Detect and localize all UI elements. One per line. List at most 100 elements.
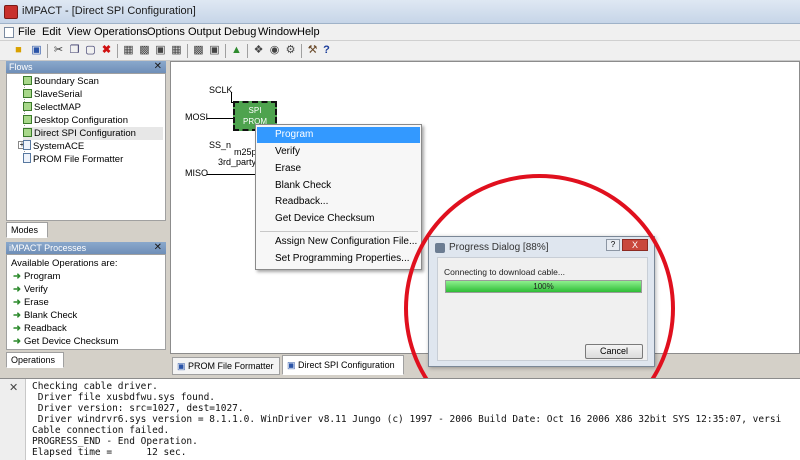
- console-panel: ✕ Checking cable driver. Driver file xus…: [0, 378, 800, 460]
- cut-icon[interactable]: ✂: [52, 44, 65, 57]
- flow-item-systemace[interactable]: SystemACE: [23, 140, 84, 153]
- menu-view[interactable]: View: [67, 26, 91, 38]
- flow-item-prom-file-formatter[interactable]: PROM File Formatter: [23, 153, 123, 166]
- processes-panel-header: iMPACT Processes ✕: [6, 242, 166, 254]
- blank-check-icon[interactable]: ▦: [170, 44, 183, 57]
- tools-icon[interactable]: ⚒: [306, 44, 319, 57]
- signal-sclk: SCLK: [209, 85, 233, 95]
- chain-icon: [23, 76, 32, 85]
- close-icon[interactable]: ✕: [9, 381, 18, 394]
- menu-options[interactable]: Options: [147, 26, 185, 38]
- process-label: Erase: [23, 297, 49, 308]
- toolbar-separator: [187, 44, 188, 58]
- processes-intro: Available Operations are:: [11, 258, 118, 269]
- program-icon[interactable]: ▣: [154, 44, 167, 57]
- context-menu: Program Verify Erase Blank Check Readbac…: [255, 124, 422, 270]
- tab-operations[interactable]: Operations: [6, 352, 64, 368]
- flows-tree: + Boundary Scan SlaveSerial SelectMAP De…: [6, 73, 166, 221]
- process-program[interactable]: ➜ Program: [13, 271, 60, 282]
- flow-item-label: SystemACE: [33, 141, 85, 152]
- chain-icon: [23, 89, 32, 98]
- window-title: iMPACT - [Direct SPI Configuration]: [22, 5, 196, 17]
- menu-item-set-programming-properties[interactable]: Set Programming Properties...: [257, 251, 420, 267]
- flow-item-label: Desktop Configuration: [34, 115, 128, 126]
- toolbar-separator: [117, 44, 118, 58]
- verify-icon[interactable]: ▩: [192, 44, 205, 57]
- toolbar-separator: [301, 44, 302, 58]
- close-icon[interactable]: ✕: [154, 61, 162, 73]
- toolbar-separator: [247, 44, 248, 58]
- console-line: PROGRESS_END - End Operation.: [32, 436, 198, 447]
- cable-setup-icon[interactable]: ❖: [252, 44, 265, 57]
- open-folder-icon[interactable]: ■: [12, 44, 25, 57]
- file-icon: ▣: [287, 360, 296, 370]
- process-label: Blank Check: [23, 310, 78, 321]
- process-verify[interactable]: ➜ Verify: [13, 284, 48, 295]
- erase-icon[interactable]: ▣: [208, 44, 221, 57]
- file-icon: ▣: [177, 361, 186, 371]
- menu-bar: File Edit View Operations Options Output…: [0, 24, 800, 41]
- process-get-device-checksum[interactable]: ➜ Get Device Checksum: [13, 336, 118, 347]
- console-line: Checking cable driver.: [32, 381, 158, 392]
- toolbar: ■ ▣ ✂ ❐ ▢ ✖ ▦ ▩ ▣ ▦ ▩ ▣ ▲ ❖ ◉ ⚙ ⚒ ?: [0, 41, 800, 61]
- tab-label: PROM File Formatter: [188, 361, 274, 371]
- cable-reset-icon[interactable]: ◉: [268, 44, 281, 57]
- menu-item-verify[interactable]: Verify: [257, 144, 420, 160]
- tab-modes[interactable]: Modes: [6, 222, 48, 238]
- menu-operations[interactable]: Operations: [94, 26, 148, 38]
- arrow-right-icon: ➜: [13, 297, 21, 308]
- identify-icon[interactable]: ▲: [230, 44, 243, 57]
- console-line: Driver windrvr6.sys version = 8.1.1.0. W…: [32, 414, 782, 425]
- progress-bar: 100%: [445, 280, 642, 293]
- copy-icon[interactable]: ❐: [68, 44, 81, 57]
- menu-separator: [260, 231, 418, 232]
- paste-icon[interactable]: ▢: [84, 44, 97, 57]
- progress-message: Connecting to download cable...: [444, 267, 565, 277]
- dialog-title: Progress Dialog [88%]: [449, 242, 549, 253]
- assign-file-icon[interactable]: ▩: [138, 44, 151, 57]
- menu-item-erase[interactable]: Erase: [257, 161, 420, 177]
- help-icon[interactable]: ?: [320, 44, 333, 57]
- menu-debug[interactable]: Debug: [224, 26, 256, 38]
- document-icon[interactable]: [4, 27, 14, 38]
- flow-item-slaveserial[interactable]: SlaveSerial: [23, 88, 82, 101]
- wire: [207, 174, 259, 175]
- menu-item-program[interactable]: Program: [257, 127, 420, 143]
- menu-item-readback[interactable]: Readback...: [257, 194, 420, 210]
- flow-item-selectmap[interactable]: SelectMAP: [23, 101, 81, 114]
- process-blank-check[interactable]: ➜ Blank Check: [13, 310, 77, 321]
- arrow-right-icon: ➜: [13, 323, 21, 334]
- menu-window[interactable]: Window: [258, 26, 297, 38]
- flow-item-desktop-configuration[interactable]: Desktop Configuration: [23, 114, 128, 127]
- console-line: Driver file xusbdfwu.sys found.: [32, 392, 216, 403]
- menu-item-assign-new-configuration-file[interactable]: Assign New Configuration File...: [257, 234, 420, 250]
- close-icon[interactable]: ✕: [154, 242, 162, 254]
- process-readback[interactable]: ➜ Readback: [13, 323, 67, 334]
- close-button[interactable]: X: [622, 239, 648, 251]
- tab-prom-file-formatter[interactable]: ▣ PROM File Formatter: [172, 357, 280, 375]
- tab-direct-spi-configuration[interactable]: ▣ Direct SPI Configuration: [282, 355, 404, 375]
- flow-item-boundary-scan[interactable]: Boundary Scan: [23, 75, 99, 88]
- tools-icon[interactable]: ⚙: [284, 44, 297, 57]
- menu-edit[interactable]: Edit: [42, 26, 61, 38]
- wire: [207, 118, 233, 119]
- flow-item-label: PROM File Formatter: [33, 154, 124, 165]
- help-button[interactable]: ?: [606, 239, 620, 251]
- process-erase[interactable]: ➜ Erase: [13, 297, 49, 308]
- arrow-right-icon: ➜: [13, 271, 21, 282]
- process-label: Get Device Checksum: [23, 336, 119, 347]
- arrow-right-icon: ➜: [13, 310, 21, 321]
- initialize-chain-icon[interactable]: ▦: [122, 44, 135, 57]
- arrow-right-icon: ➜: [13, 336, 21, 347]
- signal-mosi: MOSI: [185, 112, 209, 122]
- menu-item-blank-check[interactable]: Blank Check: [257, 178, 420, 194]
- save-icon[interactable]: ▣: [30, 44, 43, 57]
- menu-help[interactable]: Help: [297, 26, 320, 38]
- menu-output[interactable]: Output: [188, 26, 221, 38]
- cancel-button[interactable]: Cancel: [585, 344, 643, 359]
- menu-file[interactable]: File: [18, 26, 36, 38]
- signal-ss-n: SS_n: [209, 140, 232, 150]
- flow-item-direct-spi-configuration[interactable]: Direct SPI Configuration: [23, 127, 163, 140]
- delete-icon[interactable]: ✖: [100, 44, 113, 57]
- menu-item-get-device-checksum[interactable]: Get Device Checksum: [257, 211, 420, 227]
